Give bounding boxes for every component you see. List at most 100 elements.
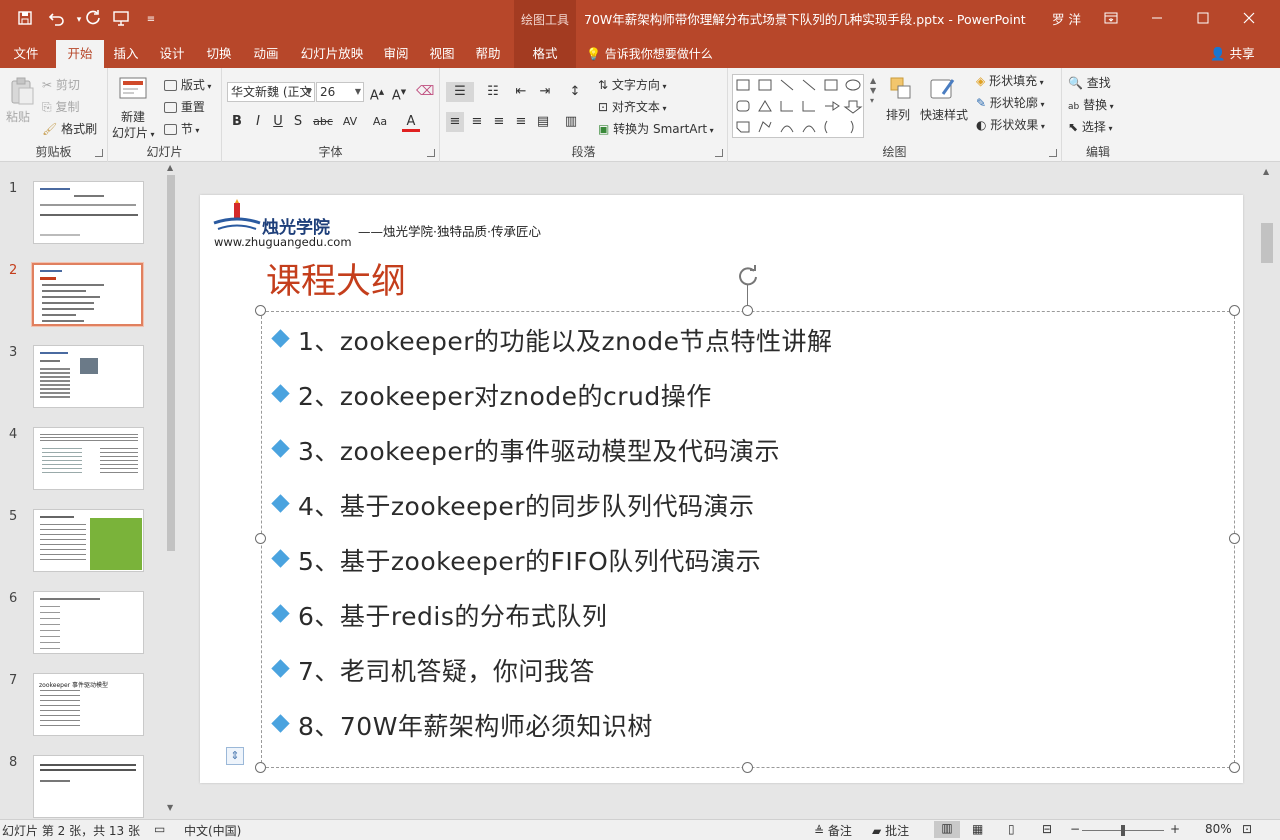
bullets-icon[interactable]: ☰ <box>446 82 474 102</box>
zoom-slider-thumb[interactable] <box>1121 825 1125 836</box>
new-slide-icon[interactable] <box>118 76 148 107</box>
shrink-font-icon[interactable]: A▼ <box>390 82 408 103</box>
strikethrough-button[interactable]: abc <box>311 112 335 132</box>
thumbnail-scrollbar[interactable]: ▲ ▼ <box>165 163 177 819</box>
quick-styles-button[interactable] <box>924 76 960 107</box>
thumbnail-slide-4[interactable]: 4 <box>0 427 170 491</box>
new-slide-dropdown[interactable]: 幻灯片 ▾ <box>112 124 155 144</box>
find-button[interactable]: 🔍 查找 <box>1068 74 1111 92</box>
align-right-icon[interactable]: ≡ <box>490 112 508 132</box>
close-button[interactable] <box>1226 0 1272 40</box>
dialog-launcher-icon[interactable] <box>95 149 103 157</box>
rotate-handle-icon[interactable] <box>736 263 760 287</box>
slide-scrollbar[interactable]: ▲ <box>1257 163 1280 819</box>
resize-handle[interactable] <box>255 533 266 544</box>
shape-outline-button[interactable]: ✎ 形状轮廓 ▾ <box>976 94 1044 114</box>
slide-title[interactable]: 课程大纲 <box>266 253 406 304</box>
normal-view-icon[interactable]: ▥ <box>934 821 960 838</box>
customize-qat-icon[interactable]: ≡ <box>140 10 162 30</box>
resize-handle[interactable] <box>742 762 753 773</box>
convert-smartart-button[interactable]: ▣ 转换为 SmartArt ▾ <box>598 120 714 140</box>
grow-font-icon[interactable]: A▲ <box>368 82 386 103</box>
line-spacing-icon[interactable]: ↕ <box>566 82 584 102</box>
minimize-button[interactable] <box>1134 0 1180 40</box>
align-center-icon[interactable]: ≡ <box>468 112 486 132</box>
slide-sorter-icon[interactable]: ▦ <box>972 822 983 836</box>
zoom-level[interactable]: 80% <box>1205 822 1232 836</box>
section-button[interactable]: 节 ▾ <box>164 120 199 140</box>
resize-handle[interactable] <box>255 305 266 316</box>
tab-transitions[interactable]: 切换 <box>199 40 239 68</box>
tab-slideshow[interactable]: 幻灯片放映 <box>292 40 372 68</box>
align-text-button[interactable]: ⊡ 对齐文本 ▾ <box>598 98 666 118</box>
italic-button[interactable]: I <box>249 112 267 132</box>
tab-animations[interactable]: 动画 <box>246 40 286 68</box>
layout-button[interactable]: 版式 ▾ <box>164 76 211 96</box>
bold-button[interactable]: B <box>228 112 246 132</box>
character-spacing-button[interactable]: AV <box>338 112 362 132</box>
increase-indent-icon[interactable]: ⇥ <box>536 82 554 102</box>
numbering-icon[interactable]: ☷ <box>480 82 506 102</box>
columns-icon[interactable]: ▥ <box>562 112 580 132</box>
present-from-start-icon[interactable] <box>110 10 132 30</box>
justify-icon[interactable]: ≡ <box>512 112 530 132</box>
bullet-item[interactable]: 4、基于zookeeper的同步队列代码演示 <box>271 484 1174 524</box>
dialog-launcher-icon[interactable] <box>1049 149 1057 157</box>
arrange-button[interactable] <box>886 76 916 107</box>
shadow-button[interactable]: S <box>289 112 307 132</box>
ribbon-display-options-icon[interactable] <box>1088 0 1134 40</box>
language-indicator[interactable]: 中文(中国) <box>184 822 241 839</box>
tab-help[interactable]: 帮助 <box>468 40 508 68</box>
resize-handle[interactable] <box>1229 533 1240 544</box>
tab-file[interactable]: 文件 <box>4 40 48 68</box>
accessibility-icon[interactable]: ▭ <box>154 822 165 836</box>
tab-design[interactable]: 设计 <box>152 40 192 68</box>
reset-button[interactable]: 重置 <box>164 98 205 116</box>
bullet-item[interactable]: 6、基于redis的分布式队列 <box>271 594 1174 634</box>
copy-button[interactable]: ⎘ 复制 <box>42 98 79 116</box>
bullet-item[interactable]: 8、70W年薪架构师必须知识树 <box>271 704 1174 744</box>
shapes-gallery[interactable] <box>732 74 864 138</box>
user-name[interactable]: 罗 洋 <box>1052 0 1081 40</box>
save-icon[interactable] <box>14 10 36 30</box>
scroll-thumb[interactable] <box>1261 223 1273 263</box>
zoom-out-button[interactable]: − <box>1070 822 1080 836</box>
resize-handle[interactable] <box>255 762 266 773</box>
select-button[interactable]: ⬉ 选择 ▾ <box>1068 118 1112 138</box>
dialog-launcher-icon[interactable] <box>427 149 435 157</box>
bullet-item[interactable]: 7、老司机答疑，你问我答 <box>271 649 1174 689</box>
resize-handle[interactable] <box>1229 762 1240 773</box>
distributed-icon[interactable]: ▤ <box>534 112 552 132</box>
underline-button[interactable]: U <box>269 112 287 132</box>
redo-icon[interactable] <box>82 10 104 30</box>
decrease-indent-icon[interactable]: ⇤ <box>512 82 530 102</box>
maximize-button[interactable] <box>1180 0 1226 40</box>
tab-review[interactable]: 审阅 <box>376 40 416 68</box>
tab-format[interactable]: 格式 <box>514 40 576 68</box>
undo-icon[interactable] <box>46 10 68 30</box>
bullet-item[interactable]: 2、zookeeper对znode的crud操作 <box>271 374 1174 414</box>
zoom-in-button[interactable]: + <box>1170 822 1180 836</box>
autofit-options-icon[interactable]: ⇕ <box>226 747 244 765</box>
scroll-up-icon[interactable]: ▲ <box>1263 167 1269 176</box>
bullet-item[interactable]: 1、zookeeper的功能以及znode节点特性讲解 <box>271 319 1174 359</box>
replace-button[interactable]: ab 替换 ▾ <box>1068 96 1114 116</box>
slide-canvas[interactable]: 烛光学院 ——烛光学院·独特品质·传承匠心 www.zhuguangedu.co… <box>200 195 1243 783</box>
tab-home[interactable]: 开始 <box>56 40 104 68</box>
clear-formatting-icon[interactable]: ⌫ <box>416 82 434 102</box>
thumbnail-slide-7[interactable]: 7 zookeeper 事件驱动模型 <box>0 673 170 737</box>
resize-handle[interactable] <box>1229 305 1240 316</box>
fit-to-window-icon[interactable]: ⊡ <box>1242 822 1252 836</box>
tab-insert[interactable]: 插入 <box>106 40 146 68</box>
font-size-combo[interactable]: 26 ▼ <box>316 82 364 102</box>
text-direction-button[interactable]: ⇅ 文字方向 ▾ <box>598 76 666 96</box>
change-case-button[interactable]: Aa <box>368 112 392 132</box>
thumbnail-slide-6[interactable]: 6 <box>0 591 170 655</box>
thumbnail-slide-3[interactable]: 3 <box>0 345 170 409</box>
notes-button[interactable]: ≜ 备注 <box>814 822 852 839</box>
scroll-thumb[interactable] <box>167 175 175 551</box>
scroll-up-icon[interactable]: ▲ <box>167 163 173 172</box>
scroll-down-icon[interactable]: ▼ <box>167 803 173 812</box>
bullet-item[interactable]: 5、基于zookeeper的FIFO队列代码演示 <box>271 539 1174 579</box>
paste-button[interactable] <box>6 76 38 111</box>
